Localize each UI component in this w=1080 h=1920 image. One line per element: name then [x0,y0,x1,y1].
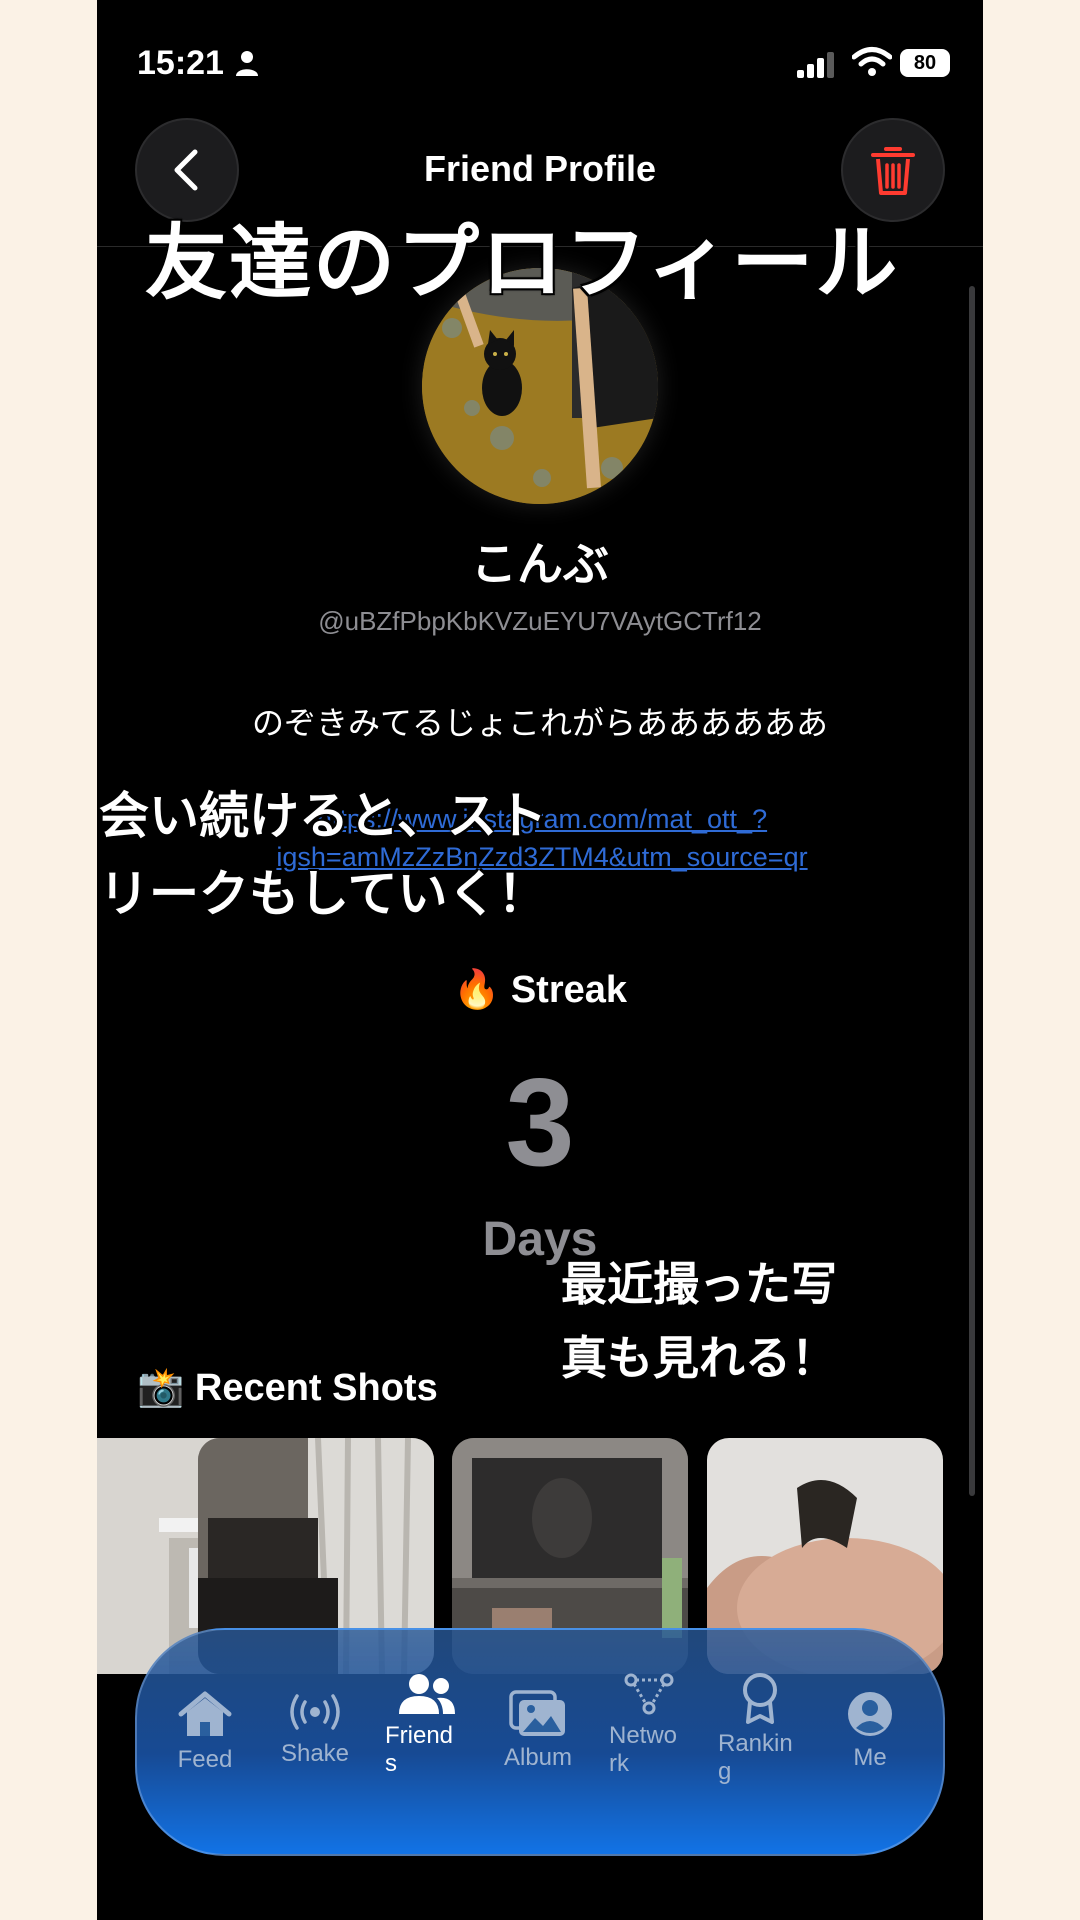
overlay-caption-shots-line-1: 最近撮った写 [561,1257,837,1311]
overlay-caption-streak-line-1: 会い続けると、スト [99,787,547,845]
person-icon [236,51,258,76]
tab-ranking-label: Rankin g [718,1730,793,1785]
overlay-caption-title: 友達のプロフィール [145,216,900,311]
tab-shake-label: Shake [280,1740,350,1767]
trash-icon [871,147,915,195]
tab-friends-label: Friend s [385,1722,454,1777]
person-circle-icon [848,1692,892,1736]
streak-unit: Days [482,1213,598,1266]
status-time: 15:21 [137,44,224,82]
overlay-caption-streak-line-2: リークもしていく！ [99,865,548,923]
streak-count: 3 [505,1054,575,1192]
scrollbar[interactable] [969,286,975,1496]
tab-album-label: Album [503,1744,573,1771]
home-icon [178,1691,232,1736]
overlay-caption-shots-line-2: 真も見れる！ [561,1331,837,1385]
tab-feed[interactable]: Feed [155,1690,255,1774]
tab-friends[interactable]: Friend s [377,1672,477,1778]
phone-screen: 15:21 80 Friend Profile こんぶ @uBZfPbpKbKV… [97,0,983,1920]
tab-ranking[interactable]: Rankin g [710,1672,810,1786]
ribbon-icon [743,1673,777,1724]
tab-feed-label: Feed [177,1746,233,1773]
tab-network[interactable]: Netwo rk [599,1672,699,1778]
tab-network-label: Netwo rk [609,1722,678,1777]
broadcast-icon [290,1694,340,1730]
friend-name: こんぶ [471,537,609,591]
battery-indicator: 80 [900,49,950,77]
tab-me[interactable]: Me [820,1690,920,1772]
tab-album[interactable]: Album [488,1690,588,1772]
streak-label: 🔥 Streak [452,969,628,1011]
tab-shake[interactable]: Shake [265,1690,365,1768]
photos-icon [509,1690,565,1736]
status-bar: 15:21 80 [97,0,983,130]
wifi-icon [852,47,892,76]
tab-me-label: Me [853,1744,887,1771]
people-icon [399,1674,455,1714]
recent-shots-title: 📸 Recent Shots [137,1367,438,1409]
cellular-signal-icon [797,52,834,78]
friend-bio: のぞきみてるじょこれがらああああああ [251,704,828,742]
friend-handle: @uBZfPbpKbKVZuEYU7VAytGCTrf12 [318,606,762,636]
network-icon [624,1673,674,1715]
